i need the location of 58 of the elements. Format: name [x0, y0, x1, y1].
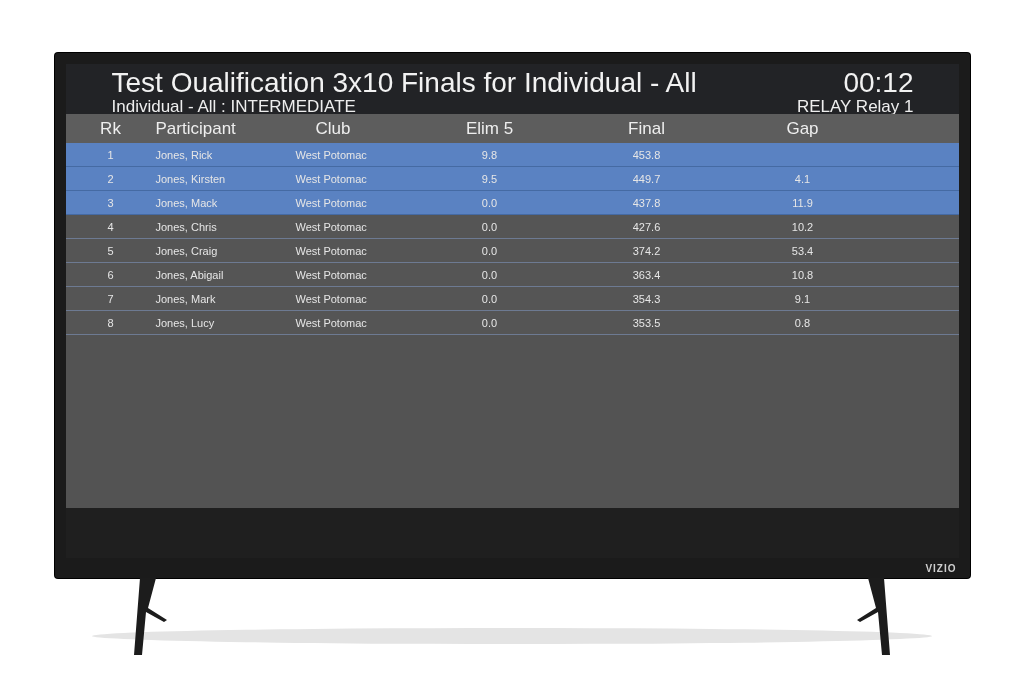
- table-cell-text: West Potomac: [295, 220, 368, 233]
- table-cell-text: Jones, Abigail: [155, 268, 225, 281]
- table-cell-text: 3: [106, 196, 115, 209]
- table-cell-text: 5: [106, 244, 115, 257]
- table-cell-text: 6: [106, 268, 115, 281]
- table-cell-text: 0.0: [480, 292, 499, 305]
- table-cell-text: 0.0: [480, 196, 499, 209]
- table-cell-text: 427.6: [631, 220, 662, 233]
- table-cell-text: 1: [106, 148, 115, 161]
- table-cell-text: 9.8: [480, 148, 499, 161]
- column-header: Final: [627, 118, 666, 139]
- table-cell-text: 2: [106, 172, 115, 185]
- table-cell-text: 353.5: [631, 316, 662, 329]
- column-header: Elim 5: [464, 118, 515, 139]
- column-header: Participant: [155, 118, 237, 139]
- table-cell-text: West Potomac: [295, 268, 368, 281]
- column-header: Rk: [99, 118, 122, 139]
- clock: 00:12: [843, 66, 914, 99]
- table-cell-text: West Potomac: [295, 196, 368, 209]
- table-cell-text: 363.4: [631, 268, 662, 281]
- table-cell-text: 437.8: [631, 196, 662, 209]
- column-header: Gap: [785, 118, 820, 139]
- table-cell-text: 8: [106, 316, 115, 329]
- table-cell-text: Jones, Chris: [155, 220, 218, 233]
- table-cell-text: Jones, Rick: [155, 148, 214, 161]
- table-cell-text: West Potomac: [295, 244, 368, 257]
- table-cell-text: 0.0: [480, 316, 499, 329]
- table-cell-text: 7: [106, 292, 115, 305]
- table-cell-text: 53.4: [790, 244, 815, 257]
- table-cell-text: 0.0: [480, 268, 499, 281]
- table-cell-text: 453.8: [631, 148, 662, 161]
- table-cell-text: West Potomac: [295, 148, 368, 161]
- column-header: Club: [314, 118, 352, 139]
- table-cell-text: 9.5: [480, 172, 499, 185]
- table-cell-text: 10.8: [790, 268, 815, 281]
- table-cell-text: 4: [106, 220, 115, 233]
- table-cell-text: 11.9: [791, 196, 814, 209]
- table-cell-text: 0.0: [480, 220, 499, 233]
- relay-label: RELAY Relay 1: [796, 99, 914, 115]
- brand-logo: VIZIO: [925, 562, 957, 574]
- table-cell-text: 0.8: [793, 316, 812, 329]
- event-subtitle: Individual - All : INTERMEDIATE: [111, 99, 356, 115]
- table-cell-text: West Potomac: [295, 172, 368, 185]
- event-title: Test Oualification 3x10 Finals for Individual - All: [111, 66, 697, 99]
- table-cell-text: 374.2: [631, 244, 662, 257]
- table-cell-text: 0.0: [480, 244, 499, 257]
- table-cell-text: 9.1: [793, 292, 812, 305]
- table-cell-text: 449.7: [631, 172, 662, 185]
- table-cell-text: Jones, Kirsten: [155, 172, 227, 185]
- table-cell-text: 4.1: [793, 172, 812, 185]
- table-cell-text: 354.3: [631, 292, 662, 305]
- table-cell-text: Jones, Craig: [155, 244, 219, 257]
- table-cell-text: Jones, Lucy: [155, 316, 216, 329]
- table-cell-text: 10.2: [790, 220, 815, 233]
- table-cell-text: West Potomac: [295, 316, 368, 329]
- table-cell-text: Jones, Mark: [155, 292, 217, 305]
- table-cell-text: Jones, Mack: [155, 196, 219, 209]
- table-cell-text: West Potomac: [295, 292, 368, 305]
